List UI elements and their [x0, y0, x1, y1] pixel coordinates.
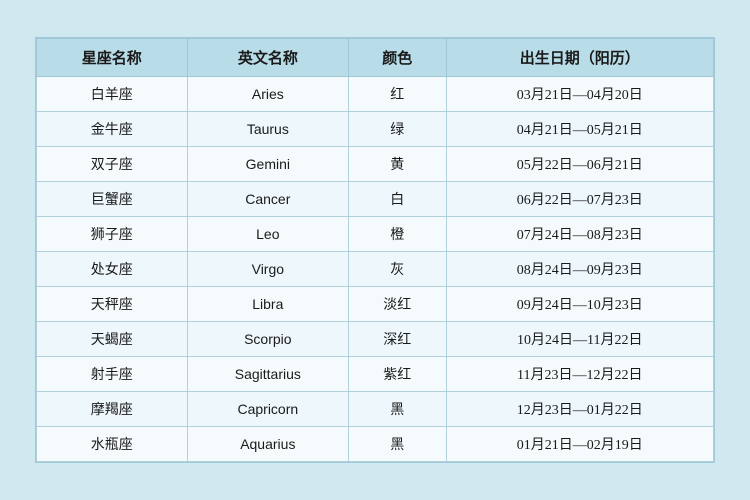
- cell-english: Aries: [187, 77, 348, 112]
- cell-english: Virgo: [187, 252, 348, 287]
- table-row: 处女座Virgo灰08月24日—09月23日: [37, 252, 714, 287]
- cell-english: Capricorn: [187, 392, 348, 427]
- cell-color: 橙: [349, 217, 446, 252]
- cell-english: Taurus: [187, 112, 348, 147]
- table-row: 白羊座Aries红03月21日—04月20日: [37, 77, 714, 112]
- cell-chinese: 巨蟹座: [37, 182, 188, 217]
- table-row: 射手座Sagittarius紫红11月23日—12月22日: [37, 357, 714, 392]
- cell-color: 深红: [349, 322, 446, 357]
- table-row: 巨蟹座Cancer白06月22日—07月23日: [37, 182, 714, 217]
- cell-color: 白: [349, 182, 446, 217]
- cell-color: 淡红: [349, 287, 446, 322]
- cell-chinese: 天蝎座: [37, 322, 188, 357]
- cell-color: 黑: [349, 392, 446, 427]
- cell-english: Scorpio: [187, 322, 348, 357]
- cell-color: 紫红: [349, 357, 446, 392]
- col-header-english: 英文名称: [187, 39, 348, 77]
- cell-english: Aquarius: [187, 427, 348, 462]
- cell-dates: 03月21日—04月20日: [446, 77, 713, 112]
- cell-dates: 05月22日—06月21日: [446, 147, 713, 182]
- cell-chinese: 白羊座: [37, 77, 188, 112]
- cell-color: 黄: [349, 147, 446, 182]
- cell-color: 红: [349, 77, 446, 112]
- cell-chinese: 双子座: [37, 147, 188, 182]
- cell-chinese: 天秤座: [37, 287, 188, 322]
- cell-english: Sagittarius: [187, 357, 348, 392]
- table-row: 天蝎座Scorpio深红10月24日—11月22日: [37, 322, 714, 357]
- table-row: 狮子座Leo橙07月24日—08月23日: [37, 217, 714, 252]
- cell-chinese: 金牛座: [37, 112, 188, 147]
- zodiac-table-container: 星座名称 英文名称 颜色 出生日期（阳历） 白羊座Aries红03月21日—04…: [35, 37, 715, 463]
- cell-dates: 09月24日—10月23日: [446, 287, 713, 322]
- cell-color: 灰: [349, 252, 446, 287]
- cell-color: 黑: [349, 427, 446, 462]
- cell-dates: 08月24日—09月23日: [446, 252, 713, 287]
- cell-chinese: 射手座: [37, 357, 188, 392]
- table-header-row: 星座名称 英文名称 颜色 出生日期（阳历）: [37, 39, 714, 77]
- table-row: 摩羯座Capricorn黑12月23日—01月22日: [37, 392, 714, 427]
- col-header-color: 颜色: [349, 39, 446, 77]
- cell-dates: 01月21日—02月19日: [446, 427, 713, 462]
- table-row: 水瓶座Aquarius黑01月21日—02月19日: [37, 427, 714, 462]
- table-row: 天秤座Libra淡红09月24日—10月23日: [37, 287, 714, 322]
- cell-chinese: 摩羯座: [37, 392, 188, 427]
- cell-chinese: 狮子座: [37, 217, 188, 252]
- cell-chinese: 水瓶座: [37, 427, 188, 462]
- cell-english: Leo: [187, 217, 348, 252]
- cell-dates: 06月22日—07月23日: [446, 182, 713, 217]
- cell-dates: 07月24日—08月23日: [446, 217, 713, 252]
- table-row: 双子座Gemini黄05月22日—06月21日: [37, 147, 714, 182]
- cell-english: Libra: [187, 287, 348, 322]
- cell-chinese: 处女座: [37, 252, 188, 287]
- cell-dates: 11月23日—12月22日: [446, 357, 713, 392]
- table-body: 白羊座Aries红03月21日—04月20日金牛座Taurus绿04月21日—0…: [37, 77, 714, 462]
- cell-dates: 04月21日—05月21日: [446, 112, 713, 147]
- cell-color: 绿: [349, 112, 446, 147]
- cell-dates: 10月24日—11月22日: [446, 322, 713, 357]
- cell-dates: 12月23日—01月22日: [446, 392, 713, 427]
- cell-english: Gemini: [187, 147, 348, 182]
- col-header-chinese: 星座名称: [37, 39, 188, 77]
- table-row: 金牛座Taurus绿04月21日—05月21日: [37, 112, 714, 147]
- zodiac-table: 星座名称 英文名称 颜色 出生日期（阳历） 白羊座Aries红03月21日—04…: [36, 38, 714, 462]
- col-header-dates: 出生日期（阳历）: [446, 39, 713, 77]
- cell-english: Cancer: [187, 182, 348, 217]
